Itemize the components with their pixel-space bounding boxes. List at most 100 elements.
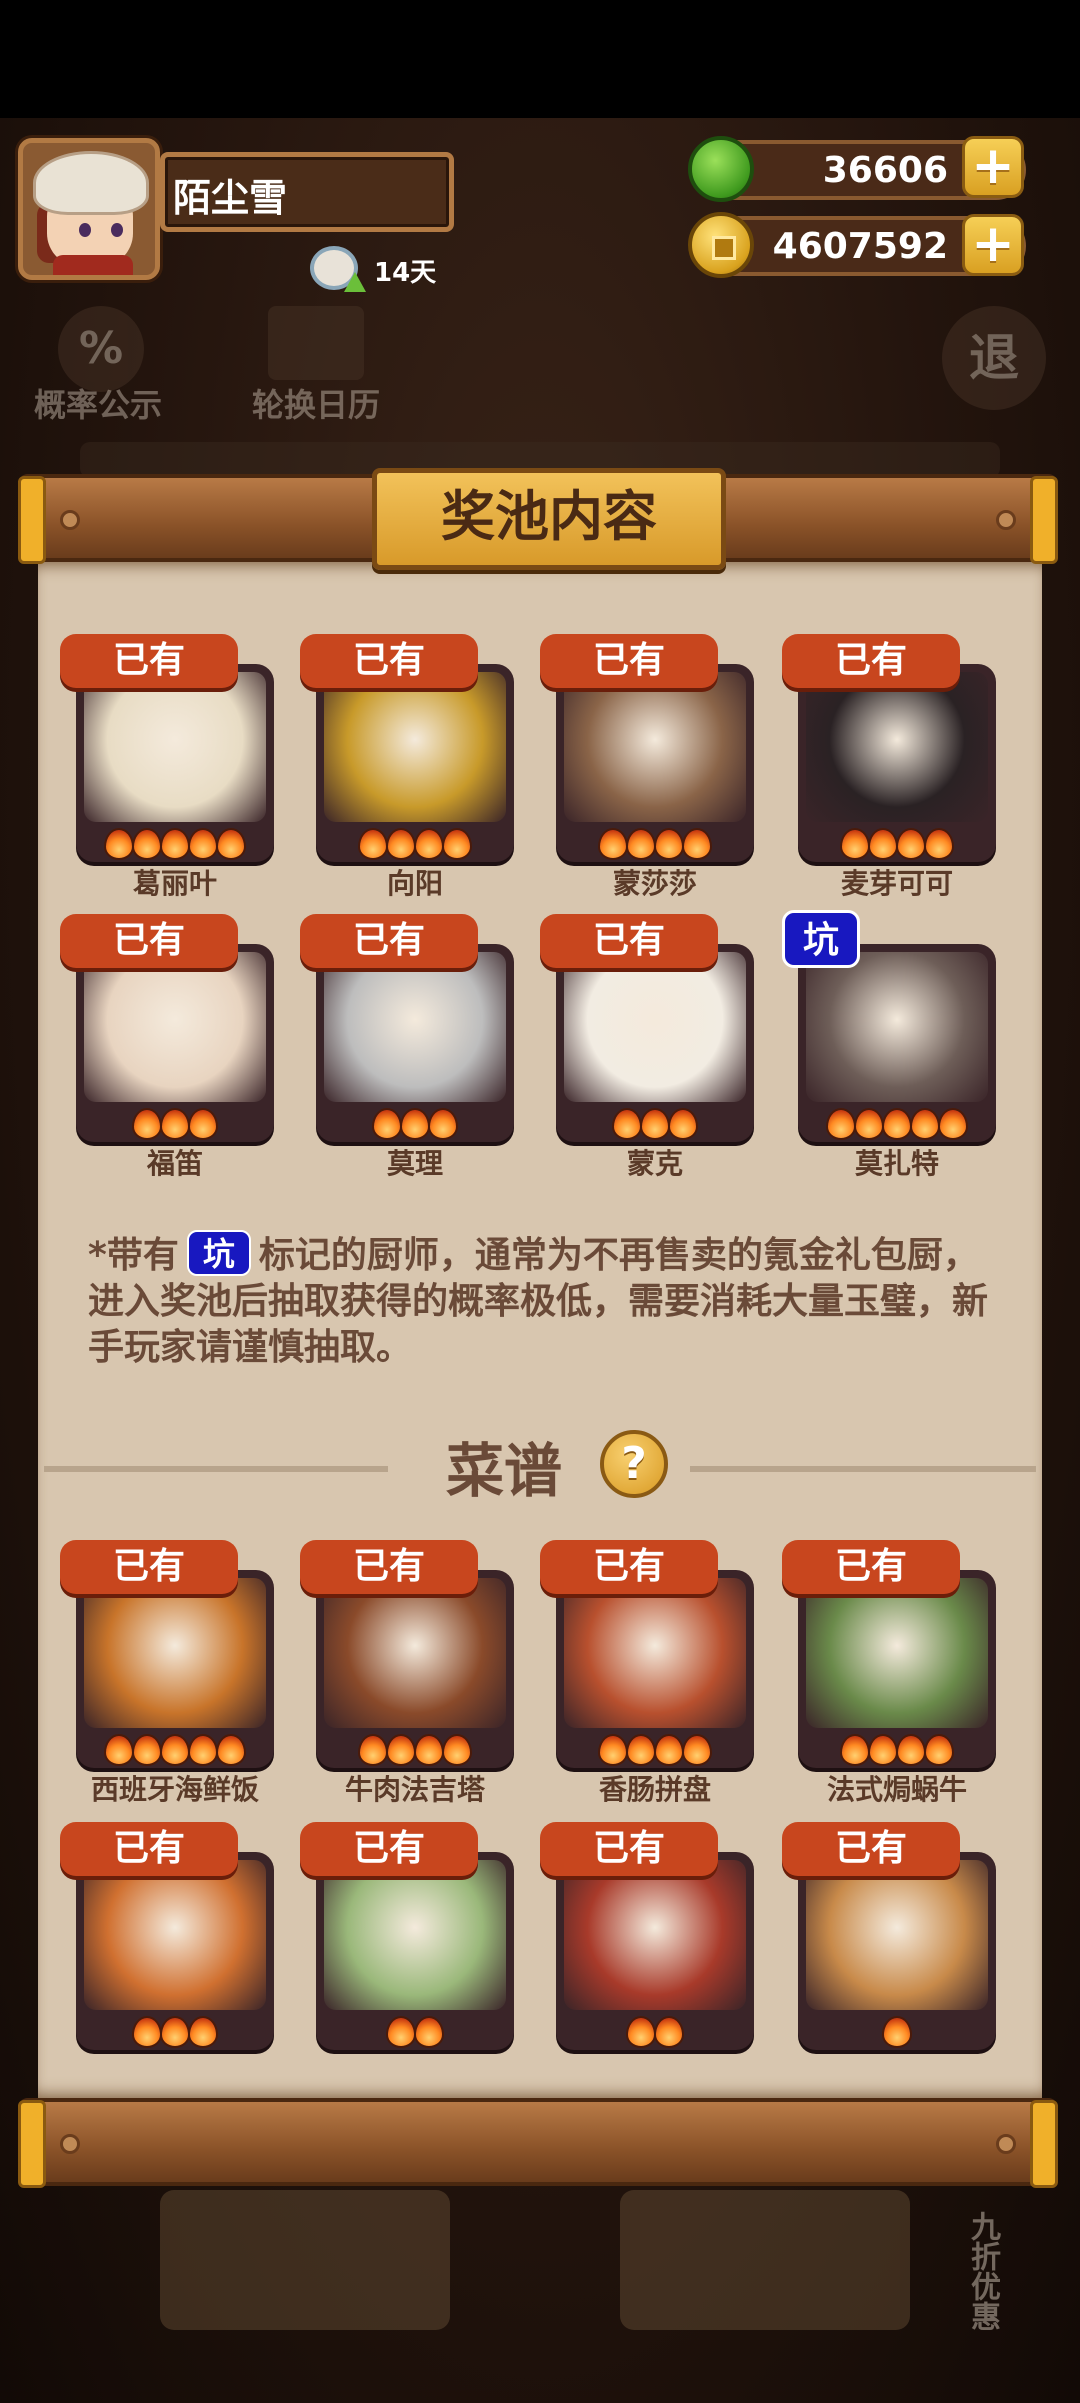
recipe-card[interactable] — [316, 1570, 514, 1768]
chef-card[interactable] — [76, 664, 274, 862]
divider-left — [44, 1466, 388, 1472]
chef-portrait — [324, 672, 506, 822]
flame-icon — [898, 830, 924, 858]
recipe-portrait — [324, 1860, 506, 2010]
recipe-portrait — [806, 1578, 988, 1728]
flame-icon — [388, 2018, 414, 2046]
vip-cup-icon[interactable] — [310, 246, 366, 292]
flame-icon — [628, 830, 654, 858]
flame-icon — [828, 1110, 854, 1138]
chef-name: 葛丽叶 — [132, 867, 217, 900]
chef-portrait — [806, 672, 988, 822]
flame-icon — [374, 1110, 400, 1138]
flame-icon — [842, 830, 868, 858]
panel-title-plate: 奖池内容 — [372, 468, 726, 570]
chef-card[interactable] — [556, 664, 754, 862]
owned-tag: 已有 — [60, 1540, 238, 1594]
chef-portrait — [324, 952, 506, 1102]
flame-icon — [600, 1736, 626, 1764]
flame-icon — [162, 830, 188, 858]
player-name-box: 陌尘雪 — [160, 152, 454, 232]
flame-icon — [190, 1110, 216, 1138]
exit-button[interactable]: 退 — [942, 306, 1046, 410]
chef-name: 莫理 — [386, 1147, 443, 1180]
rarity-flames — [556, 1736, 754, 1764]
chef-card[interactable] — [798, 664, 996, 862]
pit-note: *带有坑标记的厨师，通常为不再售卖的氪金礼包厨，进入奖池后抽取获得的概率极低，需… — [88, 1230, 988, 1371]
flame-icon — [898, 1736, 924, 1764]
flame-icon — [656, 1736, 682, 1764]
flame-icon — [106, 830, 132, 858]
chef-name: 莫扎特 — [854, 1147, 939, 1180]
help-icon[interactable]: ? — [600, 1430, 668, 1498]
recipe-card[interactable] — [76, 1570, 274, 1768]
recipe-name: 西班牙海鲜饭 — [90, 1773, 259, 1806]
chef-card[interactable] — [316, 664, 514, 862]
recipes-title: 菜谱 — [446, 1437, 563, 1505]
rarity-flames — [798, 830, 996, 858]
calendar-label: 轮换日历 — [252, 386, 381, 424]
owned-tag: 已有 — [300, 1540, 478, 1594]
flame-icon — [218, 830, 244, 858]
flame-icon — [162, 1736, 188, 1764]
flame-icon — [162, 2018, 188, 2046]
add-jade-button[interactable]: + — [962, 136, 1024, 198]
chef-card[interactable] — [798, 944, 996, 1142]
recipe-portrait — [84, 1860, 266, 2010]
rarity-flames — [798, 1736, 996, 1764]
flame-icon — [842, 1736, 868, 1764]
chef-card[interactable] — [316, 944, 514, 1142]
flame-icon — [926, 830, 952, 858]
flame-icon — [884, 1110, 910, 1138]
draw-one-button[interactable] — [160, 2190, 450, 2330]
side-sale-label[interactable]: 九折优惠 — [944, 2186, 1004, 2356]
chef-portrait — [564, 952, 746, 1102]
top-black-bar — [0, 0, 1080, 118]
owned-tag: 已有 — [782, 634, 960, 688]
pit-badge-inline: 坑 — [186, 1230, 251, 1276]
rarity-flames — [76, 2018, 274, 2046]
flame-icon — [416, 830, 442, 858]
flame-icon — [190, 1736, 216, 1764]
calendar-icon[interactable] — [268, 306, 364, 380]
flame-icon — [656, 830, 682, 858]
recipe-card[interactable] — [556, 1570, 754, 1768]
owned-tag: 已有 — [540, 634, 718, 688]
rarity-flames — [316, 2018, 514, 2046]
flame-icon — [360, 830, 386, 858]
flame-icon — [402, 1110, 428, 1138]
recipe-card[interactable] — [316, 1852, 514, 2050]
owned-tag: 已有 — [540, 1540, 718, 1594]
recipe-portrait — [564, 1860, 746, 2010]
rarity-flames — [556, 1110, 754, 1138]
flame-icon — [940, 1110, 966, 1138]
recipe-card[interactable] — [76, 1852, 274, 2050]
owned-tag: 已有 — [60, 1822, 238, 1876]
flame-icon — [444, 830, 470, 858]
avatar[interactable] — [18, 138, 160, 280]
probability-label: 概率公示 — [34, 386, 163, 424]
recipe-card[interactable] — [798, 1852, 996, 2050]
flame-icon — [684, 1736, 710, 1764]
add-coins-button[interactable]: + — [962, 214, 1024, 276]
draw-ten-button[interactable] — [620, 2190, 910, 2330]
recipe-card[interactable] — [798, 1570, 996, 1768]
flame-icon — [670, 1110, 696, 1138]
recipe-portrait — [84, 1578, 266, 1728]
chef-name: 蒙莎莎 — [612, 867, 697, 900]
flame-icon — [134, 830, 160, 858]
chef-portrait — [84, 952, 266, 1102]
chef-card[interactable] — [76, 944, 274, 1142]
recipe-card[interactable] — [556, 1852, 754, 2050]
flame-icon — [218, 1736, 244, 1764]
note-prefix: *带有 — [88, 1235, 179, 1276]
owned-tag: 已有 — [540, 914, 718, 968]
rarity-flames — [798, 2018, 996, 2046]
flame-icon — [106, 1736, 132, 1764]
flame-icon — [134, 1110, 160, 1138]
flame-icon — [134, 1736, 160, 1764]
flame-icon — [628, 2018, 654, 2046]
chef-name: 向阳 — [386, 867, 443, 900]
owned-tag: 已有 — [300, 634, 478, 688]
chef-card[interactable] — [556, 944, 754, 1142]
